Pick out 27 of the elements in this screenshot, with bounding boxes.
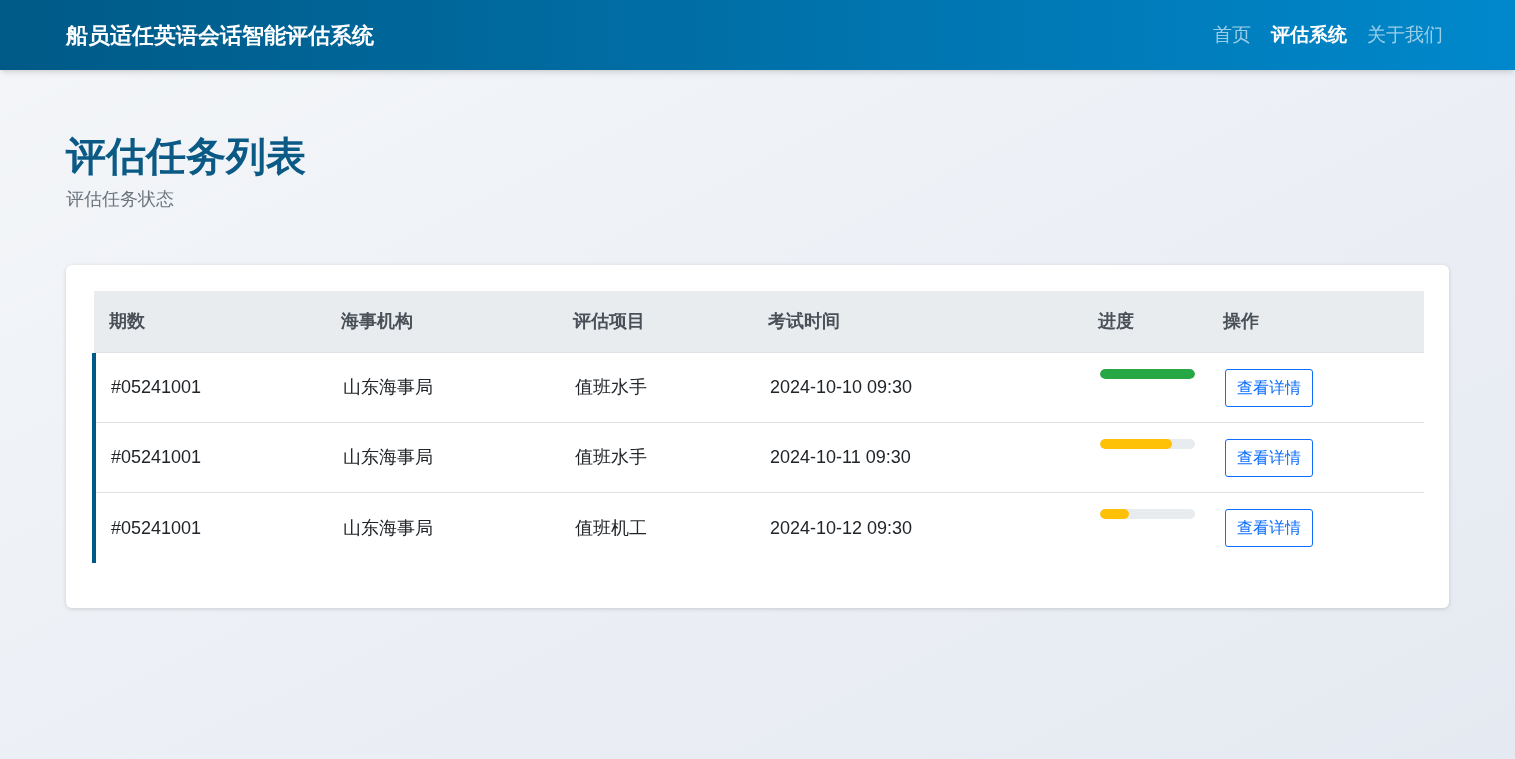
column-header: 进度	[1097, 310, 1134, 333]
site-title: 船员适任英语会话智能评估系统	[66, 21, 374, 50]
column-header: 评估项目	[571, 310, 645, 333]
table-cell-text: 值班机工	[574, 516, 647, 540]
table-cell-text: 山东海事局	[342, 516, 433, 540]
page-heading: 评估任务列表	[66, 133, 307, 180]
table-cell-text: #05241001	[110, 516, 202, 540]
view-details-button[interactable]: 查看详情	[1225, 439, 1313, 477]
nav-link[interactable]: 评估系统	[1271, 20, 1347, 50]
column-header: 期数	[108, 310, 145, 333]
table-cell-text: #05241001	[110, 376, 202, 399]
column-header: 考试时间	[767, 310, 840, 333]
table-cell-text: 值班水手	[574, 376, 647, 399]
table-cell-text: 2024-10-12 09:30	[769, 516, 913, 540]
column-header: 海事机构	[340, 310, 413, 333]
table-cell-text: 2024-10-10 09:30	[769, 376, 913, 399]
nav-link[interactable]: 首页	[1213, 20, 1251, 50]
table-cell-text: 山东海事局	[342, 376, 433, 399]
table-cell-text: 山东海事局	[342, 446, 433, 469]
column-header: 操作	[1222, 310, 1259, 333]
page-subtitle: 评估任务状态	[66, 188, 175, 211]
table-cell-text: 2024-10-11 09:30	[769, 446, 911, 469]
nav-link[interactable]: 关于我们	[1367, 20, 1443, 50]
table-cell-text: #05241001	[110, 446, 202, 469]
view-details-button[interactable]: 查看详情	[1225, 509, 1313, 547]
view-details-button[interactable]: 查看详情	[1225, 369, 1313, 407]
table-cell-text: 值班水手	[574, 446, 647, 469]
